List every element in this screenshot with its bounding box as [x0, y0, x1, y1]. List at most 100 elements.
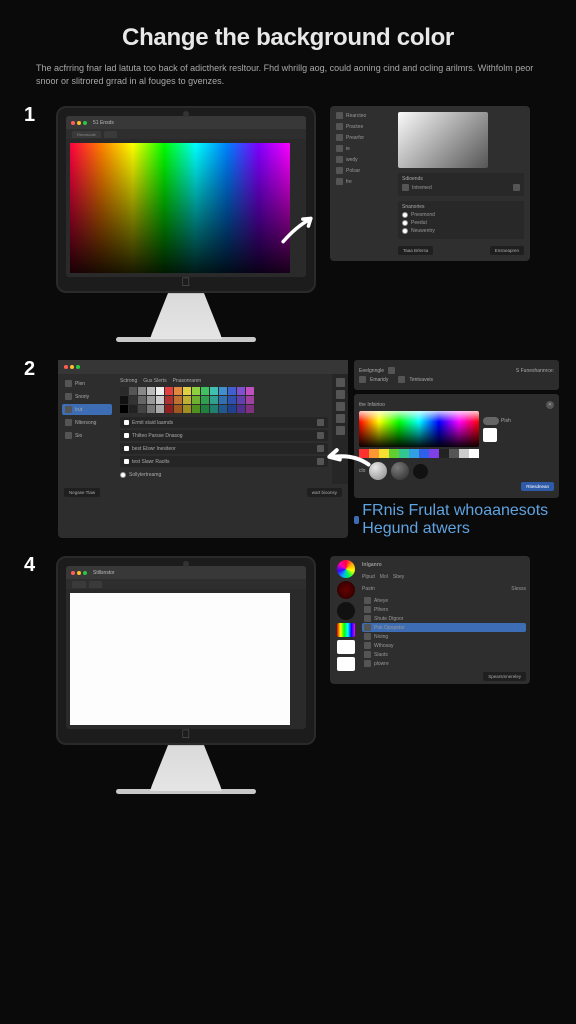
swatch[interactable] [210, 387, 218, 395]
sidebar-item[interactable]: Nltersong [62, 417, 112, 428]
swatch[interactable] [192, 387, 200, 395]
close-icon[interactable]: ✕ [546, 401, 554, 409]
list-item[interactable]: Aheye [362, 596, 526, 605]
footer-button[interactable]: Negase Tlaw [64, 488, 100, 497]
side-item[interactable]: ie [336, 145, 392, 152]
swatch[interactable] [129, 396, 137, 404]
col-header[interactable]: Plpud [362, 574, 375, 580]
swatch[interactable] [429, 449, 439, 458]
tool-icon[interactable] [336, 414, 345, 423]
swatch[interactable] [183, 387, 191, 395]
swatch[interactable] [156, 396, 164, 404]
swatch-icon[interactable] [402, 184, 409, 191]
radio-icon[interactable] [402, 220, 408, 226]
color-wheel-icon[interactable] [337, 560, 355, 578]
spectrum-thumb[interactable] [337, 623, 355, 637]
list-item[interactable]: plowre [362, 659, 526, 668]
swatch[interactable] [237, 405, 245, 413]
list-item[interactable]: Nioing [362, 632, 526, 641]
white-thumb[interactable] [337, 640, 355, 654]
swatch[interactable] [174, 396, 182, 404]
tool-icon[interactable] [336, 378, 345, 387]
swatch[interactable] [183, 405, 191, 413]
sidebar-item[interactable]: Irut [62, 404, 112, 415]
end-icon[interactable] [317, 419, 324, 426]
col-header[interactable]: Mol [380, 574, 388, 580]
swatch-icon[interactable] [388, 367, 395, 374]
list-item[interactable]: Ermit staid laamds [120, 417, 328, 428]
checkbox-icon[interactable] [124, 420, 129, 425]
swatch[interactable] [120, 405, 128, 413]
swatch[interactable] [147, 387, 155, 395]
list-item[interactable]: Wthosay [362, 641, 526, 650]
swatch[interactable] [120, 396, 128, 404]
col-header[interactable]: Sbey [393, 574, 404, 580]
swatch[interactable] [379, 449, 389, 458]
swatch[interactable] [246, 405, 254, 413]
swatch[interactable] [165, 405, 173, 413]
side-item[interactable]: wedy [336, 156, 392, 163]
footer-button[interactable]: Spearsmnereley [483, 672, 526, 681]
swatch[interactable] [459, 449, 469, 458]
checkbox-icon[interactable] [124, 459, 129, 464]
swatch[interactable] [219, 387, 227, 395]
footer-button[interactable]: Ensneapren [490, 246, 524, 255]
checkbox-icon[interactable] [124, 446, 129, 451]
tab[interactable]: Renascule [72, 131, 101, 138]
end-icon[interactable] [317, 432, 324, 439]
tab[interactable] [104, 131, 117, 138]
sidebar-item[interactable]: Plen [62, 378, 112, 389]
preset-circle[interactable] [391, 462, 409, 480]
tool-icon[interactable] [336, 402, 345, 411]
radio-icon[interactable] [402, 228, 408, 234]
swatch[interactable] [201, 396, 209, 404]
swatch[interactable] [156, 387, 164, 395]
swatch[interactable] [183, 396, 191, 404]
radio-icon[interactable] [120, 472, 126, 478]
swatch[interactable] [138, 396, 146, 404]
swatch-bar[interactable] [359, 449, 479, 458]
list-item[interactable]: test Slawr Raolts [120, 456, 328, 467]
swatch[interactable] [201, 405, 209, 413]
swatch[interactable] [129, 387, 137, 395]
swatch[interactable] [201, 387, 209, 395]
swatch[interactable] [246, 396, 254, 404]
swatch[interactable] [138, 387, 146, 395]
swatch[interactable] [192, 396, 200, 404]
side-item[interactable]: Rearcteo [336, 112, 392, 119]
swatch[interactable] [138, 405, 146, 413]
list-item[interactable]: best Elswr Inesiteor [120, 443, 328, 454]
tab[interactable]: Pnasonraren [173, 378, 202, 384]
swatch[interactable] [156, 405, 164, 413]
swatch[interactable] [210, 405, 218, 413]
swatch[interactable] [129, 405, 137, 413]
swatch[interactable] [469, 449, 479, 458]
swatch[interactable] [219, 405, 227, 413]
list-item[interactable]: Pok Opopetor [362, 623, 526, 632]
swatch[interactable] [237, 387, 245, 395]
list-item[interactable]: Thilteo Parsse Dnasog [120, 430, 328, 441]
swatch[interactable] [237, 396, 245, 404]
side-item[interactable]: Practee [336, 123, 392, 130]
preset-thumb[interactable] [337, 581, 355, 599]
swatch[interactable] [449, 449, 459, 458]
swatch[interactable] [246, 387, 254, 395]
tab[interactable]: Sctrong [120, 378, 137, 384]
tab[interactable]: Pastn [362, 586, 375, 592]
white-thumb[interactable] [337, 657, 355, 671]
swatch-icon[interactable] [398, 376, 405, 383]
swatch[interactable] [419, 449, 429, 458]
swatch[interactable] [389, 449, 399, 458]
checkbox-icon[interactable] [124, 433, 129, 438]
swatch-icon[interactable] [513, 184, 520, 191]
swatch-icon[interactable] [359, 376, 366, 383]
swatch[interactable] [399, 449, 409, 458]
list-item[interactable]: Slaots [362, 650, 526, 659]
swatch[interactable] [409, 449, 419, 458]
swatch-grid[interactable] [120, 387, 328, 413]
tab[interactable] [89, 581, 101, 588]
swatch[interactable] [210, 396, 218, 404]
swatch[interactable] [165, 396, 173, 404]
swatch[interactable] [174, 387, 182, 395]
toggle-icon[interactable] [483, 417, 499, 425]
